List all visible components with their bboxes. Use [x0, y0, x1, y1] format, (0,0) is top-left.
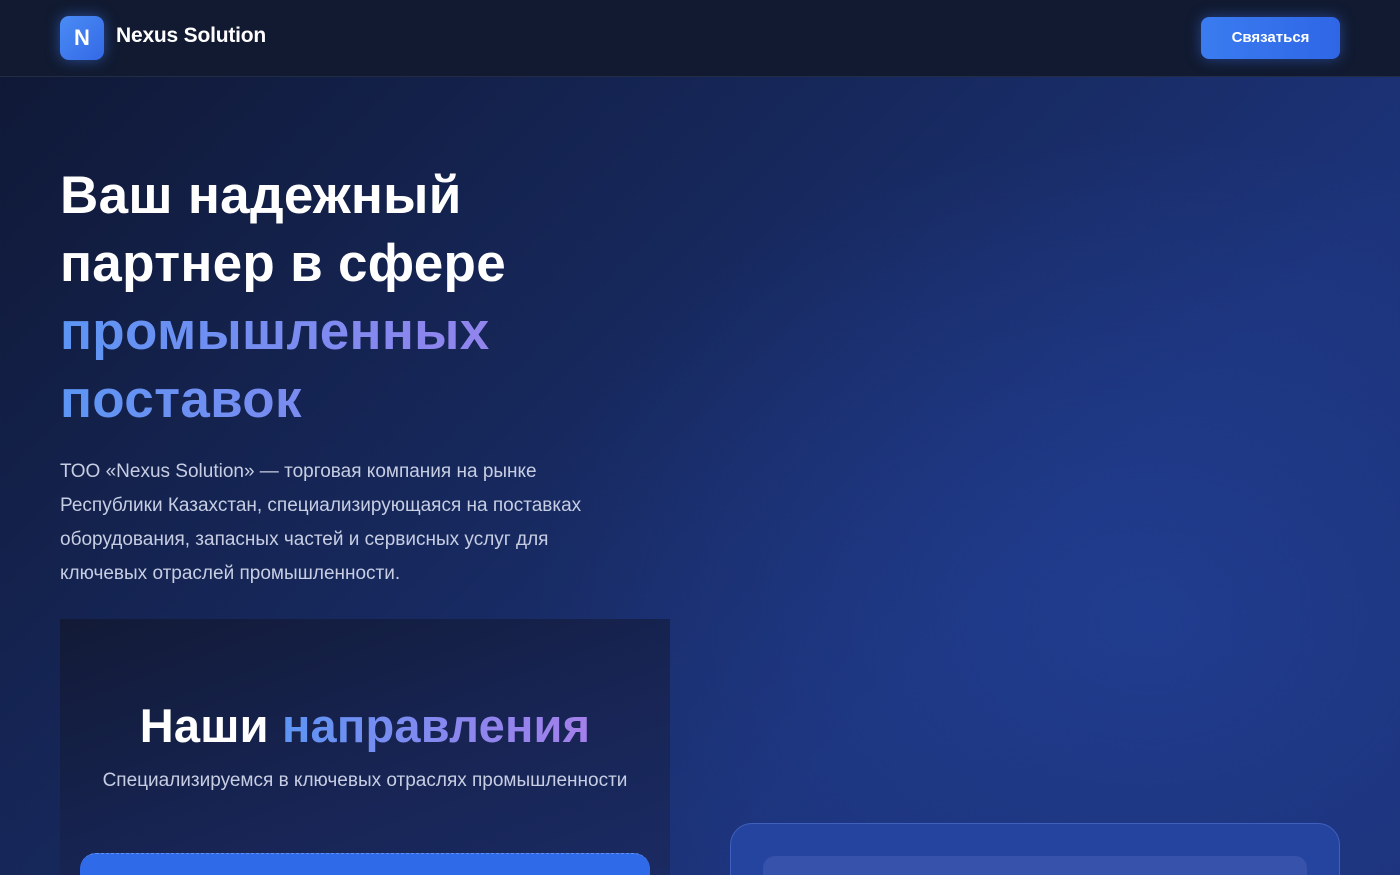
logo-badge-icon[interactable]: N: [60, 16, 104, 60]
contact-button[interactable]: Связаться: [1201, 17, 1340, 59]
directions-title-accent: направления: [281, 699, 591, 752]
directions-title-plain: Наши: [139, 699, 269, 752]
hero-title-line-2: партнер в сфере: [60, 234, 506, 293]
hero-description: ТОО «Nexus Solution» — торговая компания…: [60, 461, 582, 584]
direction-card[interactable]: [80, 853, 650, 875]
directions-title: Наши направления: [0, 698, 730, 753]
hero-title-accent-line-1: промышленных: [60, 298, 680, 366]
brand-name[interactable]: Nexus Solution: [116, 24, 266, 48]
hero-visual-card-inner: [763, 856, 1307, 875]
directions-subtitle: Специализируемся в ключевых отраслях про…: [102, 770, 628, 791]
hero-title-line-1: Ваш надежный: [60, 166, 462, 225]
hero-title-accent-line-2: поставок: [60, 366, 680, 434]
top-navbar: N Nexus Solution Связаться: [0, 0, 1400, 77]
hero-title: Ваш надежный партнер в сфере промышленны…: [60, 162, 680, 434]
